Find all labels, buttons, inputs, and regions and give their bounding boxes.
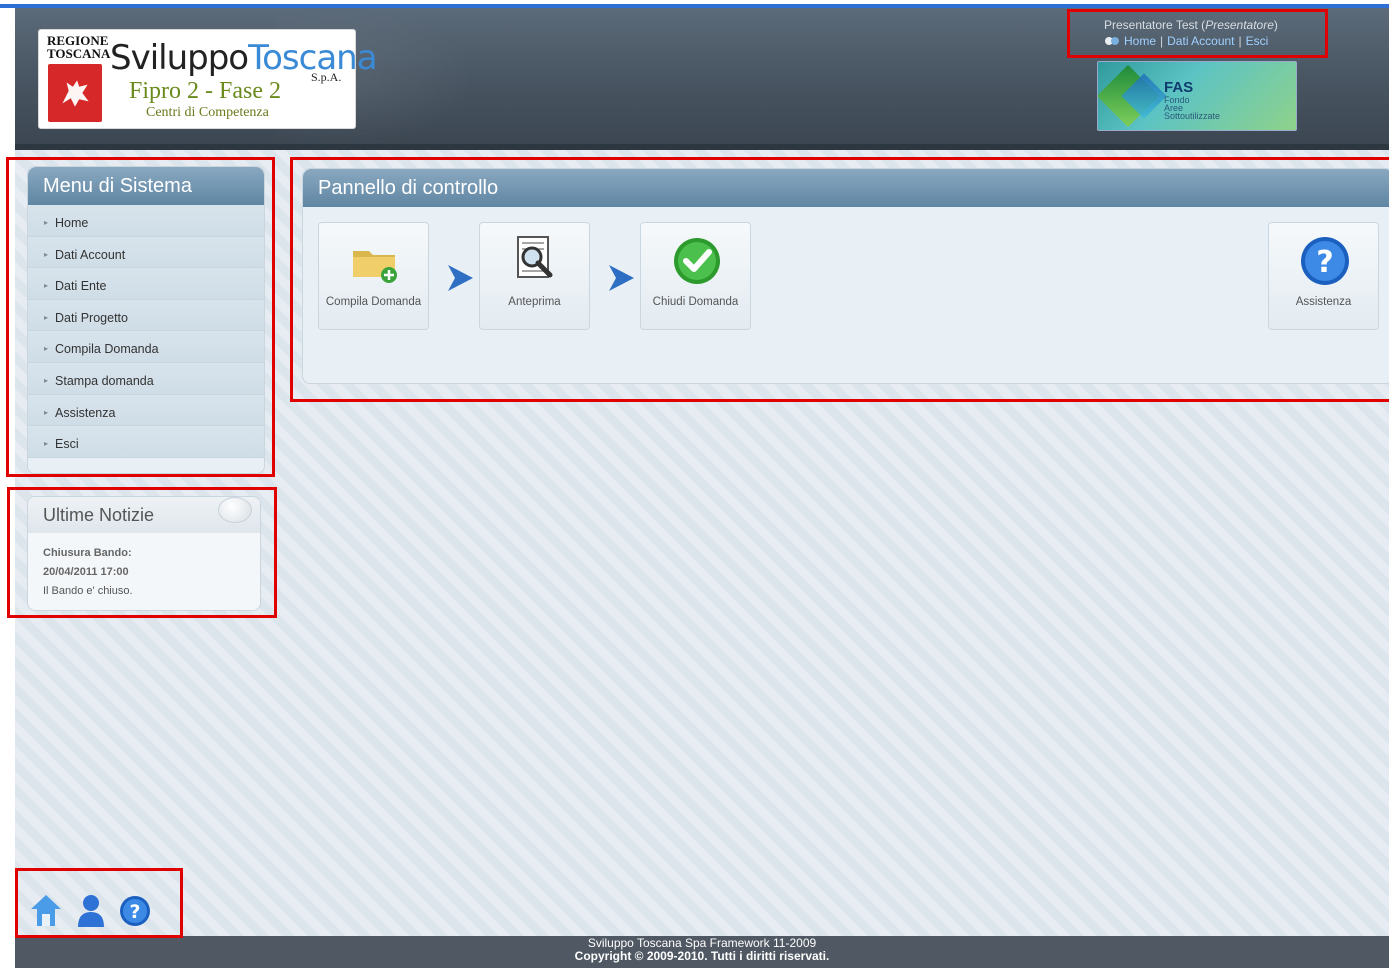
- menu-item-label: Dati Progetto: [55, 310, 128, 325]
- region-logo-text: REGIONE TOSCANA: [47, 34, 110, 60]
- control-panel-title: Pannello di controllo: [303, 169, 1389, 207]
- menu-item-dati-progetto[interactable]: ▸ Dati Progetto: [28, 299, 264, 332]
- news-heading: Chiusura Bando:: [43, 547, 132, 559]
- chevron-right-icon: ▸: [44, 407, 49, 417]
- fas-line: Sottoutilizzate: [1164, 111, 1221, 121]
- header-link-dati-account[interactable]: Dati Account: [1167, 34, 1234, 48]
- speech-bubble-icon: [218, 497, 252, 523]
- chevron-right-icon: ▸: [44, 218, 49, 227]
- link-separator: |: [1238, 34, 1242, 48]
- compila-domanda-button[interactable]: Compila Domanda: [318, 222, 429, 330]
- anteprima-button[interactable]: Anteprima: [479, 222, 590, 330]
- user-name: Presentatore Test: [1104, 18, 1198, 32]
- chevron-right-icon: ▸: [44, 344, 49, 354]
- menu-item-assistenza[interactable]: ▸ Assistenza: [28, 394, 264, 427]
- news-panel: Ultime Notizie Chiusura Bando: 20/04/201…: [27, 496, 261, 611]
- control-panel: Pannello di controllo Compila Domanda An…: [302, 168, 1389, 384]
- chevron-right-icon: ▸: [44, 312, 49, 322]
- tile-label: Assistenza: [1295, 296, 1352, 308]
- header-link-esci[interactable]: Esci: [1246, 34, 1269, 48]
- system-menu-list: ▸ Home ▸ Dati Account ▸ Dati Ente ▸ Dati Pro…: [28, 205, 264, 458]
- menu-item-label: Compila Domanda: [55, 342, 159, 357]
- folder-add-icon: [353, 251, 397, 283]
- system-menu-title: Menu di Sistema: [28, 167, 264, 205]
- fas-banner[interactable]: FAS Fondo Aree Sottoutilizzate: [1097, 61, 1297, 131]
- menu-item-compila-domanda[interactable]: ▸ Compila Domanda: [28, 331, 264, 363]
- region-shield-icon: [48, 64, 102, 122]
- help-icon: ?: [1301, 237, 1349, 285]
- chiudi-domanda-button[interactable]: Chiudi Domanda: [640, 222, 751, 330]
- news-header: Ultime Notizie: [28, 497, 260, 533]
- header-link-home[interactable]: Home: [1124, 34, 1156, 48]
- brand-part1: Sviluppo: [110, 38, 249, 78]
- site-logo[interactable]: REGIONE TOSCANA SviluppoToscana S.p.A. F…: [38, 29, 378, 129]
- menu-item-label: Home: [55, 216, 89, 230]
- fas-title: FAS: [1164, 79, 1194, 96]
- tile-label: Chiudi Domanda: [652, 296, 739, 308]
- user-line: Presentatore Test (Presentatore): [1104, 18, 1278, 32]
- chevron-right-icon: ▸: [44, 439, 49, 449]
- menu-item-dati-account[interactable]: ▸ Dati Account: [28, 236, 264, 269]
- menu-item-label: Stampa domanda: [55, 373, 154, 388]
- menu-item-label: Dati Account: [55, 247, 126, 262]
- news-date: 20/04/2011 17:00: [43, 566, 129, 578]
- brand-suffix: S.p.A.: [311, 70, 342, 84]
- menu-item-dati-ente[interactable]: ▸ Dati Ente: [28, 268, 264, 300]
- menu-item-esci[interactable]: ▸ Esci: [28, 426, 264, 458]
- user-info: Presentatore Test (Presentatore) Home | …: [1104, 18, 1278, 48]
- page-footer: Sviluppo Toscana Spa Framework 11-2009 C…: [15, 936, 1389, 968]
- bottom-shortcut-bar: ?: [15, 878, 215, 934]
- left-gutter: [0, 8, 15, 968]
- preview-magnifier-icon: [517, 236, 553, 278]
- region-line2: TOSCANA: [47, 46, 111, 61]
- step-arrow-icon: [448, 265, 473, 291]
- checkmark-icon: [674, 238, 720, 284]
- svg-text:?: ?: [129, 901, 140, 923]
- assistenza-button[interactable]: ? Assistenza: [1268, 222, 1379, 330]
- home-icon[interactable]: [29, 892, 63, 930]
- fas-lines: Fondo Aree Sottoutilizzate: [1164, 96, 1221, 121]
- user-role: Presentatore: [1205, 18, 1274, 32]
- link-separator: |: [1160, 34, 1164, 48]
- chevron-right-icon: ▸: [44, 375, 49, 385]
- user-icon[interactable]: [74, 892, 108, 930]
- user-links: Home | Dati Account | Esci: [1104, 34, 1278, 48]
- chevron-right-icon: ▸: [44, 281, 49, 291]
- project-title: Fipro 2 - Fase 2: [129, 78, 281, 104]
- svg-text:?: ?: [1316, 245, 1333, 280]
- news-body: Chiusura Bando: 20/04/2011 17:00 Il Band…: [28, 533, 260, 601]
- chevron-right-icon: ▸: [44, 249, 49, 259]
- menu-item-home[interactable]: ▸ Home: [28, 205, 264, 237]
- menu-item-stampa-domanda[interactable]: ▸ Stampa domanda: [28, 362, 264, 395]
- menu-item-label: Assistenza: [55, 405, 116, 420]
- user-links-icon: [1105, 37, 1119, 45]
- tile-label: Compila Domanda: [325, 296, 422, 308]
- footer-copyright: Copyright © 2009-2010. Tutti i diritti r…: [574, 949, 830, 963]
- news-text: Il Bando e' chiuso.: [43, 585, 133, 597]
- menu-item-label: Esci: [55, 437, 79, 452]
- news-title: Ultime Notizie: [43, 505, 155, 525]
- tile-label: Anteprima: [508, 296, 561, 308]
- menu-item-label: Dati Ente: [55, 279, 107, 294]
- step-arrow-icon: [609, 265, 634, 291]
- project-subtitle: Centri di Competenza: [146, 105, 269, 120]
- system-menu: Menu di Sistema ▸ Home ▸ Dati Account ▸ Dat…: [27, 166, 265, 474]
- help-icon[interactable]: ?: [118, 892, 152, 930]
